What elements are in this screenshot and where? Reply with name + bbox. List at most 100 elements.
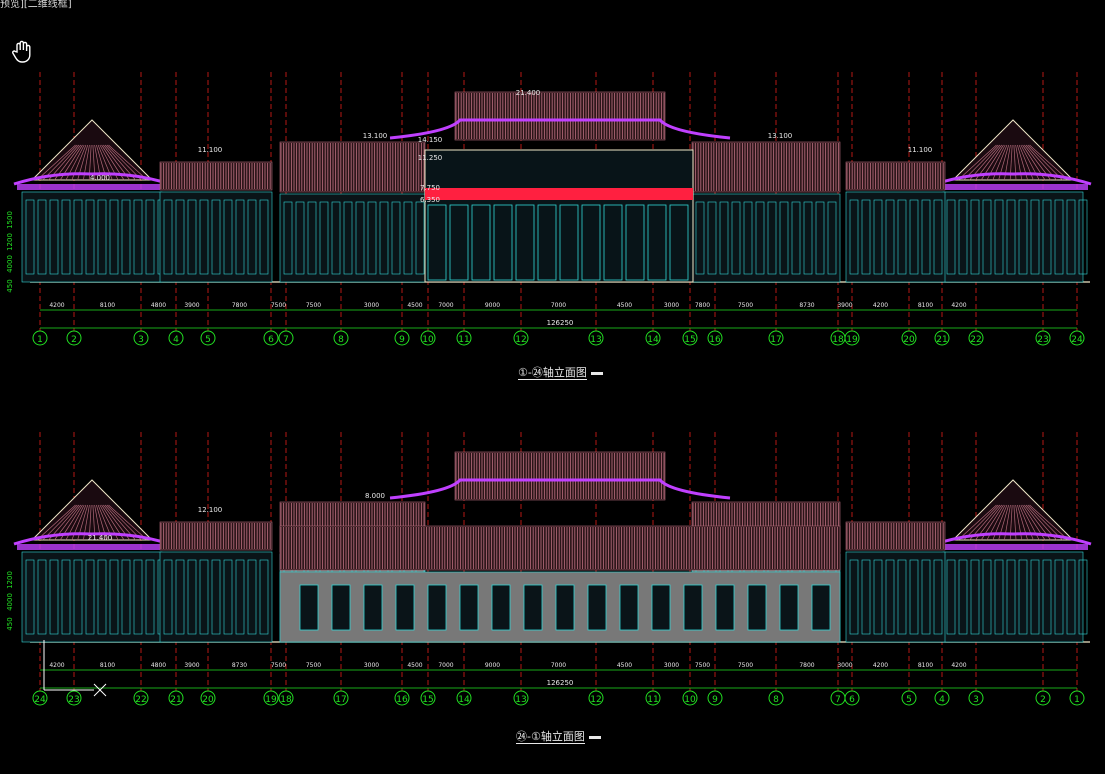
bay-dimension-label: 8100	[918, 662, 933, 669]
axis-label: 18	[832, 335, 844, 345]
axis-label: 11	[647, 695, 658, 705]
bay-dimension-label: 9000	[485, 662, 500, 669]
axis-label: 18	[280, 695, 292, 705]
elevation-1: 4.000 11.100 13.100 21.400 14.150 11.250 7.750…	[6, 72, 1092, 346]
axis-label: 14	[647, 335, 659, 345]
axis-label: 16	[709, 335, 721, 345]
pavilion-gable	[30, 119, 154, 181]
axis-label: 11	[458, 335, 469, 345]
rear-window	[587, 584, 607, 631]
axis-label: 8	[338, 335, 344, 345]
elevation-height-label: 6.350	[420, 196, 440, 204]
bay-dimension-label: 4200	[951, 662, 966, 669]
axis-label: 5	[906, 695, 912, 705]
left-dimension-label: 1200	[6, 233, 14, 251]
bay-dimension-label: 7500	[738, 662, 753, 669]
red-band	[425, 188, 693, 200]
bay-dimension-label: 7800	[799, 662, 814, 669]
central-facade	[424, 149, 694, 283]
axis-label: 3	[138, 335, 144, 345]
hand-pan-icon[interactable]	[10, 38, 36, 64]
elevation-2: 21.400 12.100 8.000 1200 4000 450 4200 8100 4800…	[6, 432, 1092, 706]
bay-dimension-label: 3900	[184, 302, 199, 309]
rear-window	[747, 584, 767, 631]
axis-label: 5	[205, 335, 211, 345]
bay-dimension-label: 7800	[232, 302, 247, 309]
axis-label: 3	[973, 695, 979, 705]
axis-label: 2	[1040, 695, 1046, 705]
rear-window	[331, 584, 351, 631]
wall-block	[21, 191, 163, 283]
bay-dimension-label: 3000	[837, 662, 852, 669]
bay-dimension-label: 4200	[49, 302, 64, 309]
bay-dimension-label: 7000	[551, 302, 566, 309]
bay-dimension-label: 8100	[100, 662, 115, 669]
elevation-height-label: 11.250	[418, 154, 443, 162]
bay-dimension-label: 3000	[364, 662, 379, 669]
axis-label: 23	[68, 695, 79, 705]
rear-window	[395, 584, 415, 631]
total-width-label: 126250	[547, 319, 574, 327]
cad-viewport[interactable]: 预览][二维线框] 4.000 11.100 13.100 21.400 14.150 1…	[0, 0, 1105, 774]
axis-label: 7	[835, 695, 841, 705]
rear-window	[363, 584, 383, 631]
bay-dimension-label: 4200	[951, 302, 966, 309]
axis-label: 19	[846, 335, 858, 345]
axis-label: 20	[202, 695, 214, 705]
axis-label: 17	[770, 335, 781, 345]
elevation-caption-2: ㉔-①轴立面图	[516, 728, 601, 744]
caption-bar	[588, 735, 601, 739]
bay-dimension-label: 9000	[485, 302, 500, 309]
bay-dimension-label: 3900	[184, 662, 199, 669]
axis-label: 20	[903, 335, 915, 345]
elevation-caption-1: ①-㉔轴立面图	[518, 364, 603, 380]
bay-dimension-label: 4500	[617, 662, 632, 669]
pavilion-bracket	[938, 544, 1088, 550]
axis-label: 23	[1037, 335, 1048, 345]
axis-label: 14	[458, 695, 470, 705]
elevation-height-label: 4.000	[90, 174, 110, 182]
rear-window	[523, 584, 543, 631]
wall-block	[691, 193, 841, 283]
axis-label: 12	[590, 695, 601, 705]
pavilion-bracket	[938, 184, 1088, 190]
pavilion-bracket	[17, 184, 167, 190]
axis-label: 9	[399, 335, 405, 345]
axis-label: 24	[1071, 335, 1083, 345]
bay-dimension-label: 7500	[271, 302, 286, 309]
caption-bar	[590, 371, 603, 375]
rear-window	[779, 584, 799, 631]
bay-dimension-label: 4200	[873, 662, 888, 669]
bay-dimension-label: 4800	[151, 662, 166, 669]
rear-window	[715, 584, 735, 631]
bay-dimension-label: 4200	[49, 662, 64, 669]
axis-label: 21	[170, 695, 181, 705]
axis-label: 4	[939, 695, 945, 705]
elevation-height-label: 21.400	[88, 534, 113, 542]
bay-dimension-label: 7000	[438, 662, 453, 669]
bay-dimension-label: 3000	[664, 302, 679, 309]
axis-label: 16	[396, 695, 408, 705]
axis-label: 1	[1074, 695, 1080, 705]
bay-dimension-label: 4500	[407, 302, 422, 309]
axis-label: 19	[265, 695, 277, 705]
elevation-height-label: 11.100	[908, 146, 933, 154]
axis-label: 10	[684, 695, 696, 705]
wall-block	[21, 551, 163, 643]
wall-block	[942, 191, 1084, 283]
bay-dimension-label: 7000	[438, 302, 453, 309]
left-dimension-label: 4000	[6, 255, 14, 273]
left-dimension-label: 450	[6, 279, 14, 292]
axis-label: 17	[335, 695, 346, 705]
rear-window	[299, 584, 319, 631]
rear-window	[651, 584, 671, 631]
axis-label: 6	[849, 695, 855, 705]
left-dimension-label: 4000	[6, 593, 14, 611]
elevation-height-label: 13.100	[363, 132, 388, 140]
axis-label: 4	[173, 335, 179, 345]
axis-label: 22	[135, 695, 146, 705]
axis-label: 8	[773, 695, 779, 705]
elevation-drawing: 4.000 11.100 13.100 21.400 14.150 11.250 7.750…	[6, 72, 1092, 706]
left-dimension-label: 1200	[6, 571, 14, 589]
total-width-label: 126250	[547, 679, 574, 687]
